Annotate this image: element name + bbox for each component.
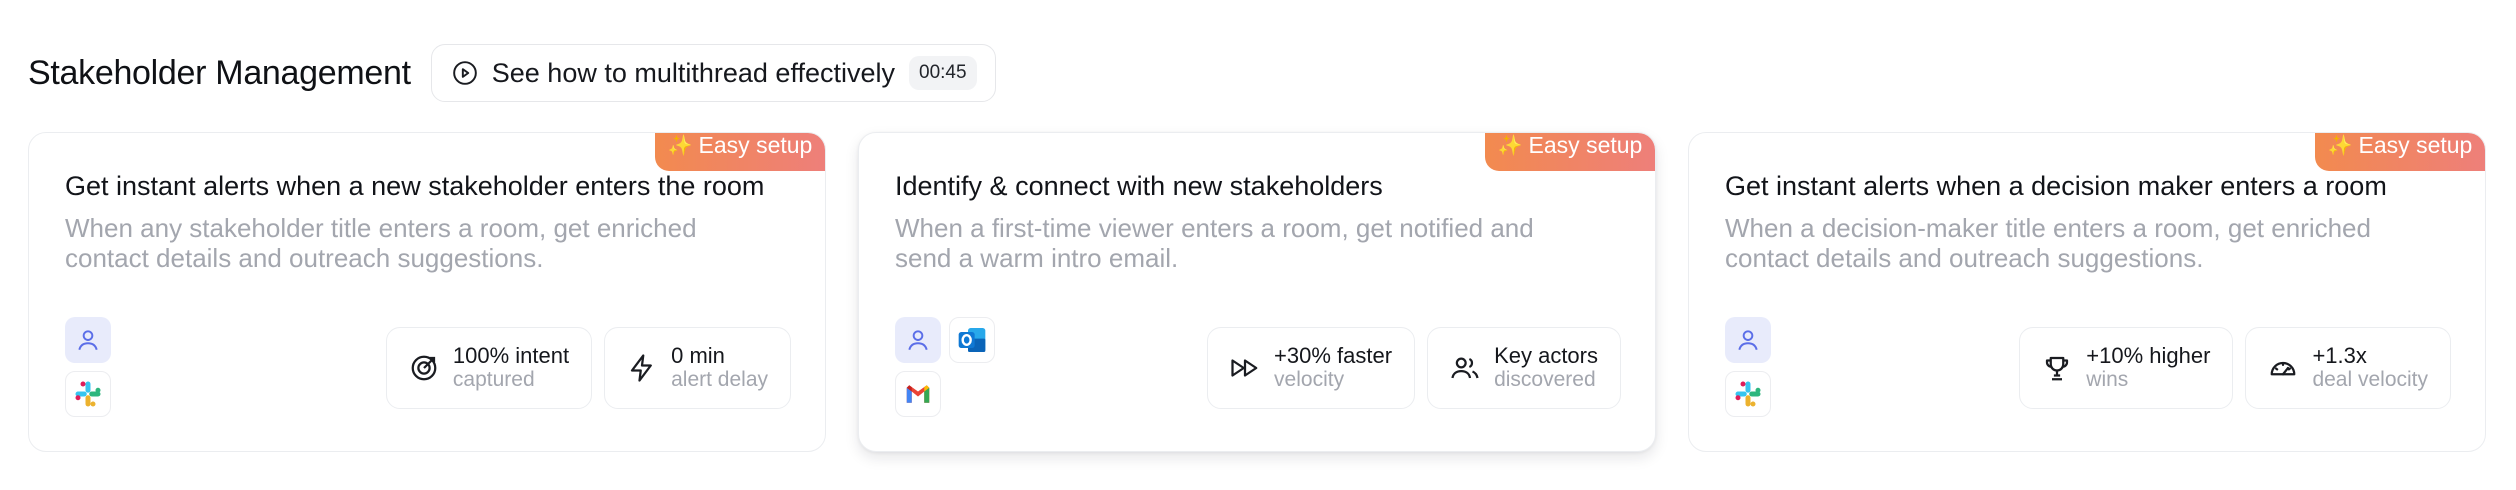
slack-icon: [1725, 371, 1771, 417]
play-circle-icon: [452, 61, 477, 85]
easy-setup-badge: ✨ Easy setup: [2315, 133, 2485, 171]
sparkle-icon: ✨: [667, 134, 693, 157]
watch-video-button[interactable]: See how to multithread effectively 00:45: [430, 44, 996, 102]
sparkle-icon: ✨: [2327, 134, 2353, 157]
metric-alert-delay: 0 min alert delay: [604, 327, 791, 409]
user-icon: [895, 317, 941, 363]
metrics-row: +30% faster velocity Key actors discovered: [1207, 327, 1621, 409]
gauge-icon: [2271, 361, 2296, 376]
card-description: When a first-time viewer enters a room, …: [895, 213, 1534, 273]
card-title: Get instant alerts when a decision maker…: [1725, 171, 2387, 201]
lightning-icon: [630, 354, 652, 382]
metrics-row: 100% intent captured 0 min alert delay: [385, 327, 791, 409]
easy-setup-badge: ✨ Easy setup: [655, 133, 825, 171]
metric-deal-velocity: +1.3x deal velocity: [2245, 327, 2451, 409]
integration-icons: [65, 317, 175, 427]
page-title: Stakeholder Management: [28, 53, 411, 92]
user-icon: [65, 317, 111, 363]
metric-key-actors: Key actors discovered: [1427, 327, 1621, 409]
users-icon: [1451, 357, 1479, 379]
metric-intent: 100% intent captured: [385, 327, 593, 409]
card-title: Identify & connect with new stakeholders: [895, 171, 1383, 201]
trophy-icon: [2046, 356, 2069, 381]
video-label: See how to multithread effectively: [491, 57, 895, 88]
gmail-icon: [895, 371, 941, 417]
card-title: Get instant alerts when a new stakeholde…: [65, 171, 765, 201]
metrics-row: +10% higher wins +1.3x deal velocity: [2019, 327, 2451, 409]
fast-forward-icon: [1231, 359, 1258, 377]
automation-card-new-stakeholder[interactable]: ✨ Easy setup Get instant alerts when a ne…: [28, 132, 826, 452]
outlook-icon: [949, 317, 995, 363]
slack-icon: [65, 371, 111, 417]
user-icon: [1725, 317, 1771, 363]
automation-card-decision-maker[interactable]: ✨ Easy setup Get instant alerts when a de…: [1688, 132, 2486, 452]
automation-card-identify-connect[interactable]: ✨ Easy setup Identify & connect with new …: [858, 132, 1656, 452]
integration-icons: [1725, 317, 1835, 427]
integration-icons: [895, 317, 1005, 427]
card-description: When any stakeholder title enters a room…: [65, 213, 697, 273]
section-header: Stakeholder Management See how to multit…: [28, 44, 996, 102]
card-description: When a decision-maker title enters a roo…: [1725, 213, 2371, 273]
easy-setup-badge: ✨ Easy setup: [1485, 133, 1655, 171]
metric-velocity: +30% faster velocity: [1207, 327, 1416, 409]
metric-wins: +10% higher wins: [2019, 327, 2234, 409]
target-icon: [411, 355, 437, 381]
sparkle-icon: ✨: [1497, 134, 1523, 157]
video-duration: 00:45: [909, 56, 977, 90]
